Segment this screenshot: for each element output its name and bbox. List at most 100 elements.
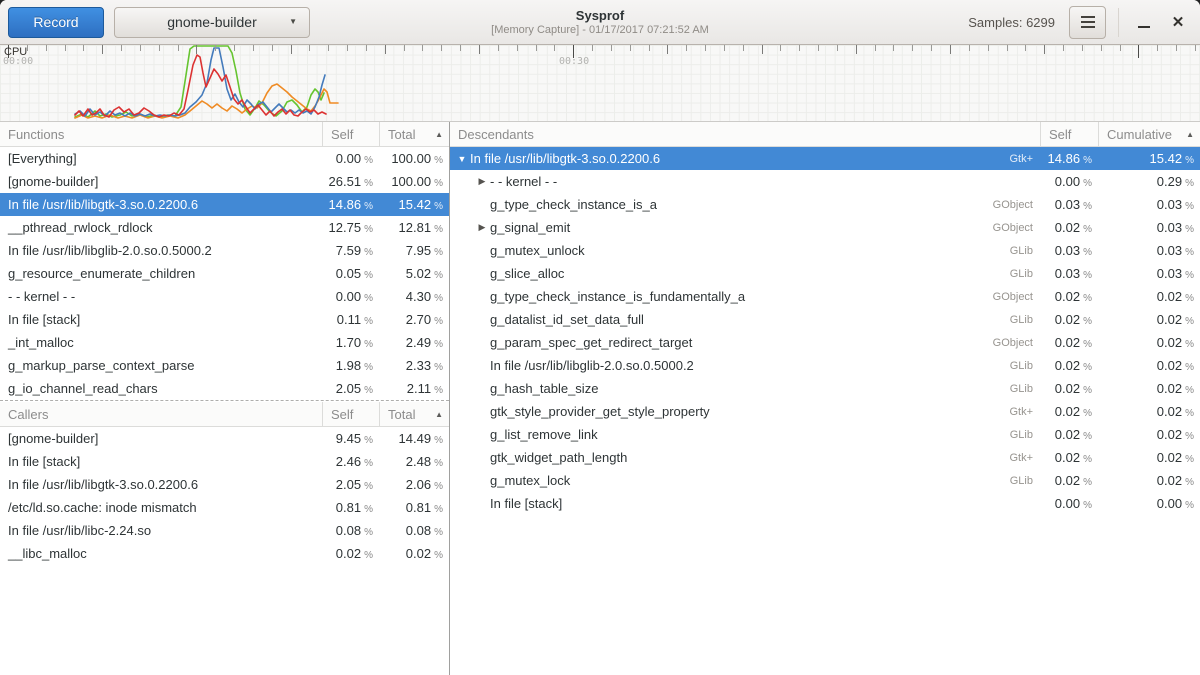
tree-row[interactable]: g_list_remove_linkGLib0.02%0.02% (450, 423, 1200, 446)
tree-row[interactable]: g_type_check_instance_is_fundamentally_a… (450, 285, 1200, 308)
tree-row[interactable]: ▼In file /usr/lib/libgtk-3.so.0.2200.6Gt… (450, 147, 1200, 170)
main-content: Functions Self Total ▲ [Everything]0.00%… (0, 122, 1200, 675)
descendants-table-header: Descendants Self Cumulative ▲ (450, 122, 1200, 147)
process-selector-dropdown[interactable]: gnome-builder ▼ (114, 7, 310, 38)
percent-symbol: % (1185, 408, 1194, 419)
descendant-name-cell: gtk_widget_path_lengthGtk+ (450, 450, 1040, 465)
percent-symbol: % (434, 481, 443, 492)
percent-cell: 0.02% (1098, 473, 1200, 488)
percent-value: 2.06 (406, 477, 431, 492)
percent-cell: 0.02% (1098, 289, 1200, 304)
tree-row[interactable]: ▶- - kernel - -0.00%0.29% (450, 170, 1200, 193)
table-row[interactable]: In file /usr/lib/libc-2.24.so0.08%0.08% (0, 519, 449, 542)
tree-row[interactable]: g_mutex_lockGLib0.02%0.02% (450, 469, 1200, 492)
percent-cell: 0.02% (1098, 358, 1200, 373)
ruler-tick (234, 45, 235, 51)
column-header-total[interactable]: Total ▲ (379, 122, 449, 146)
chevron-down-icon: ▼ (289, 17, 297, 26)
percent-cell: 2.05% (322, 477, 379, 492)
column-header-callers[interactable]: Callers (0, 402, 322, 426)
percent-cell: 0.00% (322, 151, 379, 166)
percent-cell: 0.02% (379, 546, 449, 561)
column-header-descendants[interactable]: Descendants (450, 122, 1040, 146)
expander-collapsed-icon[interactable]: ▶ (474, 176, 490, 187)
percent-symbol: % (364, 224, 373, 235)
ruler-tick (328, 45, 329, 51)
tree-row[interactable]: g_param_spec_get_redirect_targetGObject0… (450, 331, 1200, 354)
descendant-name: g_datalist_id_set_data_full (490, 312, 644, 327)
table-row[interactable]: __libc_malloc0.02%0.02% (0, 542, 449, 565)
percent-value: 1.70 (336, 335, 361, 350)
menu-button[interactable] (1069, 6, 1106, 39)
percent-value: 0.02 (1055, 450, 1080, 465)
percent-symbol: % (434, 504, 443, 515)
table-row[interactable]: g_resource_enumerate_children0.05%5.02% (0, 262, 449, 285)
descendant-name-cell: ▶- - kernel - - (450, 174, 1040, 189)
table-row[interactable]: _int_malloc1.70%2.49% (0, 331, 449, 354)
header-separator (1118, 8, 1119, 37)
percent-value: 2.49 (406, 335, 431, 350)
percent-symbol: % (364, 316, 373, 327)
percent-symbol: % (1083, 385, 1092, 396)
column-header-total[interactable]: Total ▲ (379, 402, 449, 426)
function-name-cell: [gnome-builder] (0, 174, 322, 189)
column-header-self[interactable]: Self (1040, 122, 1098, 146)
table-row[interactable]: [gnome-builder]26.51%100.00% (0, 170, 449, 193)
ruler-tick (743, 45, 744, 51)
tree-row[interactable]: ▶g_signal_emitGObject0.02%0.03% (450, 216, 1200, 239)
close-button[interactable]: ✕ (1164, 0, 1192, 45)
ruler-tick (1025, 45, 1026, 51)
ruler-tick (780, 45, 781, 51)
tree-row[interactable]: g_hash_table_sizeGLib0.02%0.02% (450, 377, 1200, 400)
table-row[interactable]: g_markup_parse_context_parse1.98%2.33% (0, 354, 449, 377)
tree-row[interactable]: g_mutex_unlockGLib0.03%0.03% (450, 239, 1200, 262)
percent-value: 14.86 (329, 197, 362, 212)
percent-symbol: % (434, 201, 443, 212)
sort-ascending-icon: ▲ (1182, 130, 1194, 139)
table-row[interactable]: [Everything]0.00%100.00% (0, 147, 449, 170)
percent-value: 0.11 (337, 312, 361, 327)
table-row[interactable]: In file /usr/lib/libgtk-3.so.0.2200.614.… (0, 193, 449, 216)
percent-value: 0.02 (1055, 427, 1080, 442)
table-row[interactable]: In file /usr/lib/libgtk-3.so.0.2200.62.0… (0, 473, 449, 496)
table-row[interactable]: In file /usr/lib/libglib-2.0.so.0.5000.2… (0, 239, 449, 262)
percent-cell: 0.81% (379, 500, 449, 515)
table-row[interactable]: [gnome-builder]9.45%14.49% (0, 427, 449, 450)
percent-value: 14.86 (1048, 151, 1081, 166)
table-row[interactable]: In file [stack]2.46%2.48% (0, 450, 449, 473)
tree-row[interactable]: In file /usr/lib/libglib-2.0.so.0.5000.2… (450, 354, 1200, 377)
expander-collapsed-icon[interactable]: ▶ (474, 222, 490, 233)
column-header-self[interactable]: Self (322, 122, 379, 146)
record-button[interactable]: Record (8, 7, 104, 38)
column-header-functions[interactable]: Functions (0, 122, 322, 146)
function-name-cell: g_io_channel_read_chars (0, 381, 322, 396)
percent-cell: 0.02% (1098, 427, 1200, 442)
table-row[interactable]: g_io_channel_read_chars2.05%2.11% (0, 377, 449, 400)
ruler-tick (705, 45, 706, 51)
cpu-usage-graph[interactable]: CPU 00:00 00:30 (0, 45, 1200, 122)
column-header-cumulative[interactable]: Cumulative ▲ (1098, 122, 1200, 146)
percent-symbol: % (434, 224, 443, 235)
tree-row[interactable]: g_slice_allocGLib0.03%0.03% (450, 262, 1200, 285)
tree-row[interactable]: gtk_style_provider_get_style_propertyGtk… (450, 400, 1200, 423)
table-row[interactable]: In file [stack]0.11%2.70% (0, 308, 449, 331)
column-header-self[interactable]: Self (322, 402, 379, 426)
percent-value: 0.02 (406, 546, 431, 561)
minimize-button[interactable] (1130, 0, 1158, 45)
tree-row[interactable]: gtk_widget_path_lengthGtk+0.02%0.02% (450, 446, 1200, 469)
tree-row[interactable]: g_type_check_instance_is_aGObject0.03%0.… (450, 193, 1200, 216)
ruler-tick (422, 45, 423, 51)
table-row[interactable]: __pthread_rwlock_rdlock12.75%12.81% (0, 216, 449, 239)
tree-row[interactable]: In file [stack]0.00%0.00% (450, 492, 1200, 515)
percent-cell: 0.29% (1098, 174, 1200, 189)
table-row[interactable]: - - kernel - -0.00%4.30% (0, 285, 449, 308)
percent-value: 0.02 (1157, 358, 1182, 373)
percent-cell: 0.00% (322, 289, 379, 304)
library-category-badge: Gtk+ (1009, 406, 1040, 418)
tree-row[interactable]: g_datalist_id_set_data_fullGLib0.02%0.02… (450, 308, 1200, 331)
library-category-badge: GLib (1010, 360, 1040, 372)
expander-expanded-icon[interactable]: ▼ (454, 154, 470, 164)
function-name-cell: [gnome-builder] (0, 431, 322, 446)
percent-value: 0.03 (1055, 243, 1080, 258)
table-row[interactable]: /etc/ld.so.cache: inode mismatch0.81%0.8… (0, 496, 449, 519)
